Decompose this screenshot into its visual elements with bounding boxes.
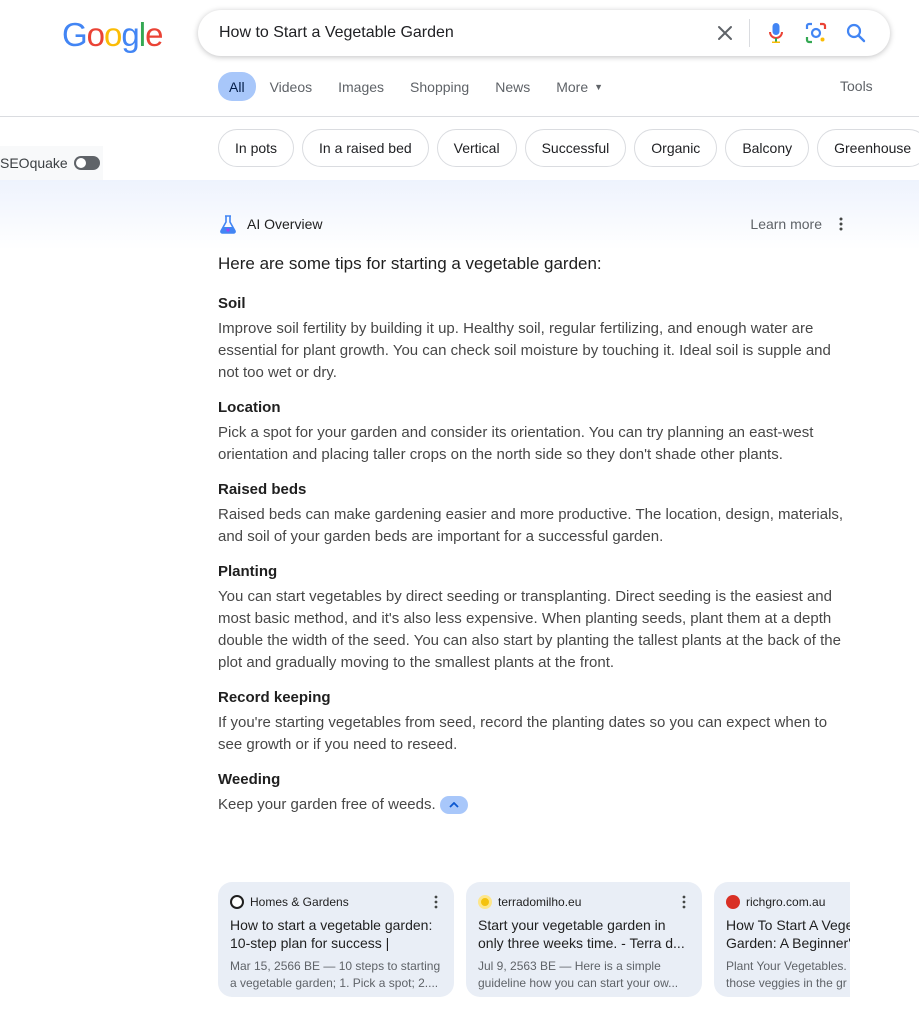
section-heading-raised-beds: Raised beds: [218, 481, 307, 498]
section-heading-record-keeping: Record keeping: [218, 689, 331, 706]
tab-more[interactable]: More ▼: [556, 72, 603, 101]
card-source-name: richgro.com.au: [746, 895, 826, 909]
microphone-icon[interactable]: [756, 13, 796, 53]
section-text-planting: You can start vegetables by direct seedi…: [218, 588, 841, 671]
section-text-weeding: Keep your garden free of weeds.: [218, 796, 436, 813]
tab-news[interactable]: News: [495, 72, 530, 101]
source-cards: Homes & Gardens How to start a vegetable…: [218, 882, 850, 998]
section-heading-weeding: Weeding: [218, 771, 281, 788]
ai-overview-intro: Here are some tips for starting a vegeta…: [218, 254, 602, 273]
card-title[interactable]: How to start a vegetable garden: 10-step…: [230, 916, 442, 952]
tab-images[interactable]: Images: [338, 72, 384, 101]
chip-in-a-raised-bed[interactable]: In a raised bed: [302, 129, 429, 167]
chevron-up-icon: [449, 802, 459, 808]
source-card[interactable]: Homes & Gardens How to start a vegetable…: [218, 882, 454, 997]
logo-letter: o: [86, 16, 105, 53]
chip-organic[interactable]: Organic: [634, 129, 718, 167]
logo-letter: G: [62, 16, 88, 53]
card-snippet-line: Plant Your Vegetables.: [726, 959, 847, 973]
card-snippet: Mar 15, 2566 BE — 10 steps to starting a…: [230, 958, 442, 992]
clear-icon[interactable]: [705, 13, 745, 53]
card-source: richgro.com.au: [726, 894, 850, 910]
section-text-raised-beds: Raised beds can make gardening easier an…: [218, 506, 844, 545]
lens-icon[interactable]: [796, 13, 836, 53]
card-more-icon[interactable]: [434, 895, 438, 909]
section-heading-soil: Soil: [218, 295, 246, 312]
card-more-icon[interactable]: [682, 895, 686, 909]
tab-all[interactable]: All: [218, 72, 256, 101]
card-snippet-line: Mar 15, 2566 BE — 10 steps to starting: [230, 959, 441, 973]
card-snippet-line: those veggies in the gr: [726, 976, 847, 990]
section-text-location: Pick a spot for your garden and consider…: [218, 424, 814, 463]
learn-more-link[interactable]: Learn more: [750, 216, 822, 232]
logo-letter: o: [104, 16, 122, 53]
source-card[interactable]: richgro.com.au How To Start A Vegetable …: [714, 882, 850, 997]
search-input[interactable]: How to Start a Vegetable Garden: [219, 24, 705, 42]
card-source: Homes & Gardens: [230, 894, 442, 910]
card-snippet: Jul 9, 2563 BE — Here is a simple guidel…: [478, 958, 690, 992]
terradomilho-favicon-icon: [478, 895, 492, 909]
card-snippet-line: Jul 9, 2563 BE — Here is a simple: [478, 959, 661, 973]
card-snippet: Plant Your Vegetables. those veggies in …: [726, 958, 850, 992]
header-divider: [0, 116, 919, 117]
seoquake-label: SEOquake: [0, 155, 68, 171]
more-options-icon[interactable]: [836, 216, 846, 232]
card-title[interactable]: Start your vegetable garden in only thre…: [478, 916, 690, 952]
card-snippet-line: a vegetable garden; 1. Pick a spot; 2...…: [230, 976, 439, 990]
chip-successful[interactable]: Successful: [524, 129, 627, 167]
ai-overview-content: Here are some tips for starting a vegeta…: [218, 252, 852, 830]
refinement-chips: In pots In a raised bed Vertical Success…: [218, 129, 919, 167]
card-title[interactable]: How To Start A Vegetable Garden: A Begin…: [726, 916, 850, 952]
section-heading-planting: Planting: [218, 563, 278, 580]
chip-balcony[interactable]: Balcony: [725, 129, 810, 167]
richgro-favicon-icon: [726, 895, 740, 909]
logo-letter: g: [121, 16, 139, 53]
search-tabs: All Videos Images Shopping News More ▼: [218, 72, 629, 101]
ai-overview-header: AI Overview Learn more: [218, 212, 850, 236]
card-source: terradomilho.eu: [478, 894, 690, 910]
tab-shopping[interactable]: Shopping: [410, 72, 469, 101]
collapse-button[interactable]: [439, 796, 468, 815]
section-text-record-keeping: If you're starting vegetables from seed,…: [218, 714, 828, 753]
card-snippet-line: guideline how you can start your ow...: [478, 976, 679, 990]
chip-in-pots[interactable]: In pots: [218, 129, 295, 167]
tab-more-label: More: [556, 78, 589, 95]
flask-icon: [220, 215, 236, 234]
search-divider: [749, 19, 750, 47]
section-text-soil: Improve soil fertility by building it up…: [218, 320, 831, 381]
tools-button[interactable]: Tools: [840, 78, 873, 94]
source-card[interactable]: terradomilho.eu Start your vegetable gar…: [466, 882, 702, 997]
search-box[interactable]: How to Start a Vegetable Garden: [198, 10, 890, 56]
chip-vertical[interactable]: Vertical: [436, 129, 517, 167]
ai-overview-title: AI Overview: [247, 216, 323, 232]
card-source-name: terradomilho.eu: [498, 895, 582, 909]
chip-greenhouse[interactable]: Greenhouse: [817, 129, 919, 167]
google-logo[interactable]: Google: [62, 16, 163, 54]
search-icon[interactable]: [836, 13, 876, 53]
caret-down-icon: ▼: [594, 81, 604, 92]
section-heading-location: Location: [218, 399, 281, 416]
homes-gardens-favicon-icon: [230, 895, 244, 909]
section-weeding-row: Keep your garden free of weeds.: [218, 794, 852, 816]
tab-videos[interactable]: Videos: [270, 72, 313, 101]
logo-letter: e: [145, 16, 163, 53]
card-source-name: Homes & Gardens: [250, 895, 349, 909]
seoquake-widget: SEOquake: [0, 146, 103, 180]
seoquake-toggle[interactable]: [73, 156, 100, 170]
